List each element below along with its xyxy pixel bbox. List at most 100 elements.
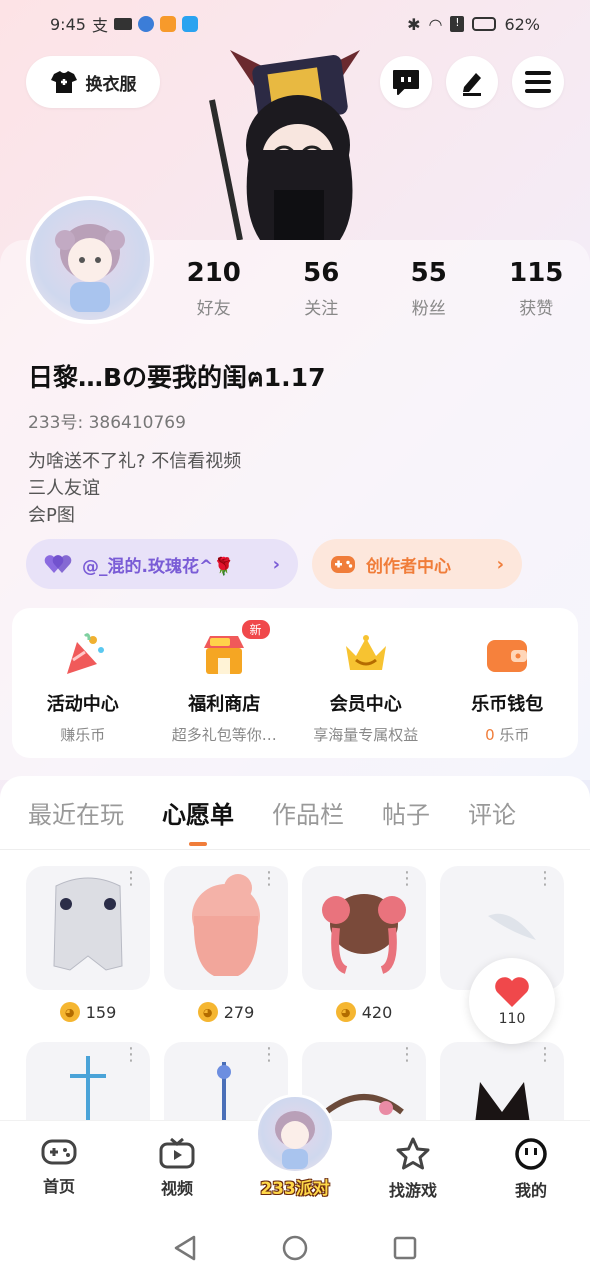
bio-line: 会P图 <box>28 505 75 526</box>
tv-icon <box>159 1137 195 1169</box>
coin-unit: 乐币 <box>499 726 530 744</box>
heart-icon <box>495 977 529 1007</box>
gamepad-icon <box>331 556 355 573</box>
message-button[interactable] <box>380 56 432 108</box>
more-options-icon[interactable]: ⋮ <box>398 870 416 888</box>
more-options-icon[interactable]: ⋮ <box>122 1046 140 1064</box>
more-options-icon[interactable]: ⋮ <box>122 870 140 888</box>
chevron-right-icon: › <box>272 553 280 575</box>
more-options-icon[interactable]: ⋮ <box>260 870 278 888</box>
coin-wallet[interactable]: 乐币钱包 0 乐币 <box>437 608 579 758</box>
price-value: 420 <box>361 1002 393 1022</box>
system-nav <box>0 1216 590 1280</box>
nav-find-games[interactable]: 找游戏 <box>354 1121 472 1216</box>
item-thumbnail: ⋮ <box>26 866 150 990</box>
user-id[interactable]: 233号: 386410769 <box>28 408 186 433</box>
alert-icon: ! <box>450 16 465 32</box>
crown-icon <box>345 635 386 670</box>
wallet-icon <box>487 640 528 672</box>
feature-shortcuts: 活动中心 赚乐币 新 福利商店 超多礼包等你… 会员中心 享海量专属权益 乐币钱… <box>12 608 578 758</box>
like-button[interactable]: 110 <box>469 958 555 1044</box>
wishlist-item[interactable]: ⋮ <box>440 1042 564 1120</box>
back-icon[interactable] <box>172 1234 198 1262</box>
item-price: ◕ 279 <box>164 1002 288 1022</box>
new-badge: 新 <box>241 620 270 639</box>
recents-icon[interactable] <box>392 1235 418 1261</box>
character-avatar[interactable] <box>200 40 390 241</box>
party-avatar[interactable] <box>255 1094 335 1174</box>
shirt-icon <box>50 71 77 93</box>
hamburger-icon <box>525 71 551 93</box>
feature-title: 会员中心 <box>329 694 402 715</box>
wishlist-item[interactable]: ⋮ ◕ 159 <box>26 866 150 1022</box>
status-time: 9:45 <box>50 14 86 34</box>
activity-center[interactable]: 活动中心 赚乐币 <box>12 608 154 758</box>
item-price: ◕ 159 <box>26 1002 150 1022</box>
welfare-shop[interactable]: 新 福利商店 超多礼包等你… <box>154 608 296 758</box>
browser-icon <box>137 16 154 32</box>
creator-center-pill[interactable]: 创作者中心 › <box>312 539 522 589</box>
creator-center-label: 创作者中心 <box>366 556 451 577</box>
change-outfit-button[interactable]: 换衣服 <box>26 56 160 108</box>
stat-label: 获赞 <box>519 299 554 319</box>
menu-button[interactable] <box>512 56 564 108</box>
stat-number: 56 <box>303 258 340 288</box>
home-icon[interactable] <box>281 1234 309 1262</box>
battery-icon <box>472 17 497 31</box>
chevron-right-icon: › <box>496 553 504 575</box>
stat-number: 55 <box>410 258 447 288</box>
edit-profile-button[interactable] <box>446 56 498 108</box>
coin-balance: 0 <box>485 726 495 744</box>
party-popper-icon <box>66 633 104 674</box>
tab-posts[interactable]: 帖子 <box>382 795 430 830</box>
item-thumbnail: ⋮ <box>164 866 288 990</box>
nav-home[interactable]: 首页 <box>0 1121 118 1216</box>
shop-icon <box>204 636 245 674</box>
feature-subtitle: 享海量专属权益 <box>313 726 419 744</box>
more-options-icon[interactable]: ⋮ <box>260 1046 278 1064</box>
tab-wishlist[interactable]: 心愿单 <box>162 795 234 846</box>
best-friend-pill[interactable]: @_混的.玫瑰花^🌹 › <box>26 539 298 589</box>
nav-label: 我的 <box>514 1181 547 1200</box>
wishlist-item[interactable]: ⋮ <box>26 1042 150 1120</box>
stat-number: 115 <box>509 258 564 288</box>
stat-following[interactable]: 56 关注 <box>268 258 376 319</box>
like-count: 110 <box>498 1011 526 1027</box>
more-options-icon[interactable]: ⋮ <box>536 1046 554 1064</box>
alipay-icon: 支 <box>91 16 108 35</box>
item-price: ◕ 420 <box>302 1002 426 1022</box>
nav-label: 找游戏 <box>388 1181 437 1200</box>
gamepad-icon <box>41 1139 77 1165</box>
nickname: 日黎…Bの要我的闺ฅ1.17 <box>28 363 326 392</box>
play-app-icon <box>159 16 176 32</box>
bio-line: 为啥送不了礼? 不信看视频 <box>28 451 242 472</box>
stat-likes[interactable]: 115 获赞 <box>483 258 590 319</box>
feature-subtitle: 赚乐币 <box>60 726 106 744</box>
coin-icon: ◕ <box>197 1002 218 1022</box>
search-app-icon <box>181 16 198 32</box>
tab-comments[interactable]: 评论 <box>468 795 516 830</box>
stat-friends[interactable]: 210 好友 <box>160 258 268 319</box>
profile-avatar[interactable] <box>26 196 154 324</box>
party-logo[interactable]: 233派对 <box>256 1174 334 1199</box>
wishlist-item[interactable]: ⋮ ◕ 279 <box>164 866 288 1022</box>
nav-video[interactable]: 视频 <box>118 1121 236 1216</box>
stat-label: 好友 <box>196 299 231 319</box>
feature-title: 福利商店 <box>188 694 261 715</box>
nav-label: 首页 <box>42 1177 75 1196</box>
battery-percent: 62% <box>504 14 540 34</box>
change-outfit-label: 换衣服 <box>85 74 137 95</box>
nav-mine[interactable]: 我的 <box>472 1121 590 1216</box>
tab-recently-played[interactable]: 最近在玩 <box>28 795 124 830</box>
stat-fans[interactable]: 55 粉丝 <box>375 258 483 319</box>
star-icon <box>396 1137 430 1170</box>
more-options-icon[interactable]: ⋮ <box>536 870 554 888</box>
tab-works[interactable]: 作品栏 <box>272 795 344 830</box>
wifi-icon: ◠ <box>428 14 443 34</box>
more-options-icon[interactable]: ⋮ <box>398 1046 416 1064</box>
feature-subtitle: 超多礼包等你… <box>171 726 277 744</box>
item-thumbnail: ⋮ <box>440 1042 564 1120</box>
vip-center[interactable]: 会员中心 享海量专属权益 <box>295 608 437 758</box>
item-thumbnail: ⋮ <box>26 1042 150 1120</box>
wishlist-item[interactable]: ⋮ ◕ 420 <box>302 866 426 1022</box>
